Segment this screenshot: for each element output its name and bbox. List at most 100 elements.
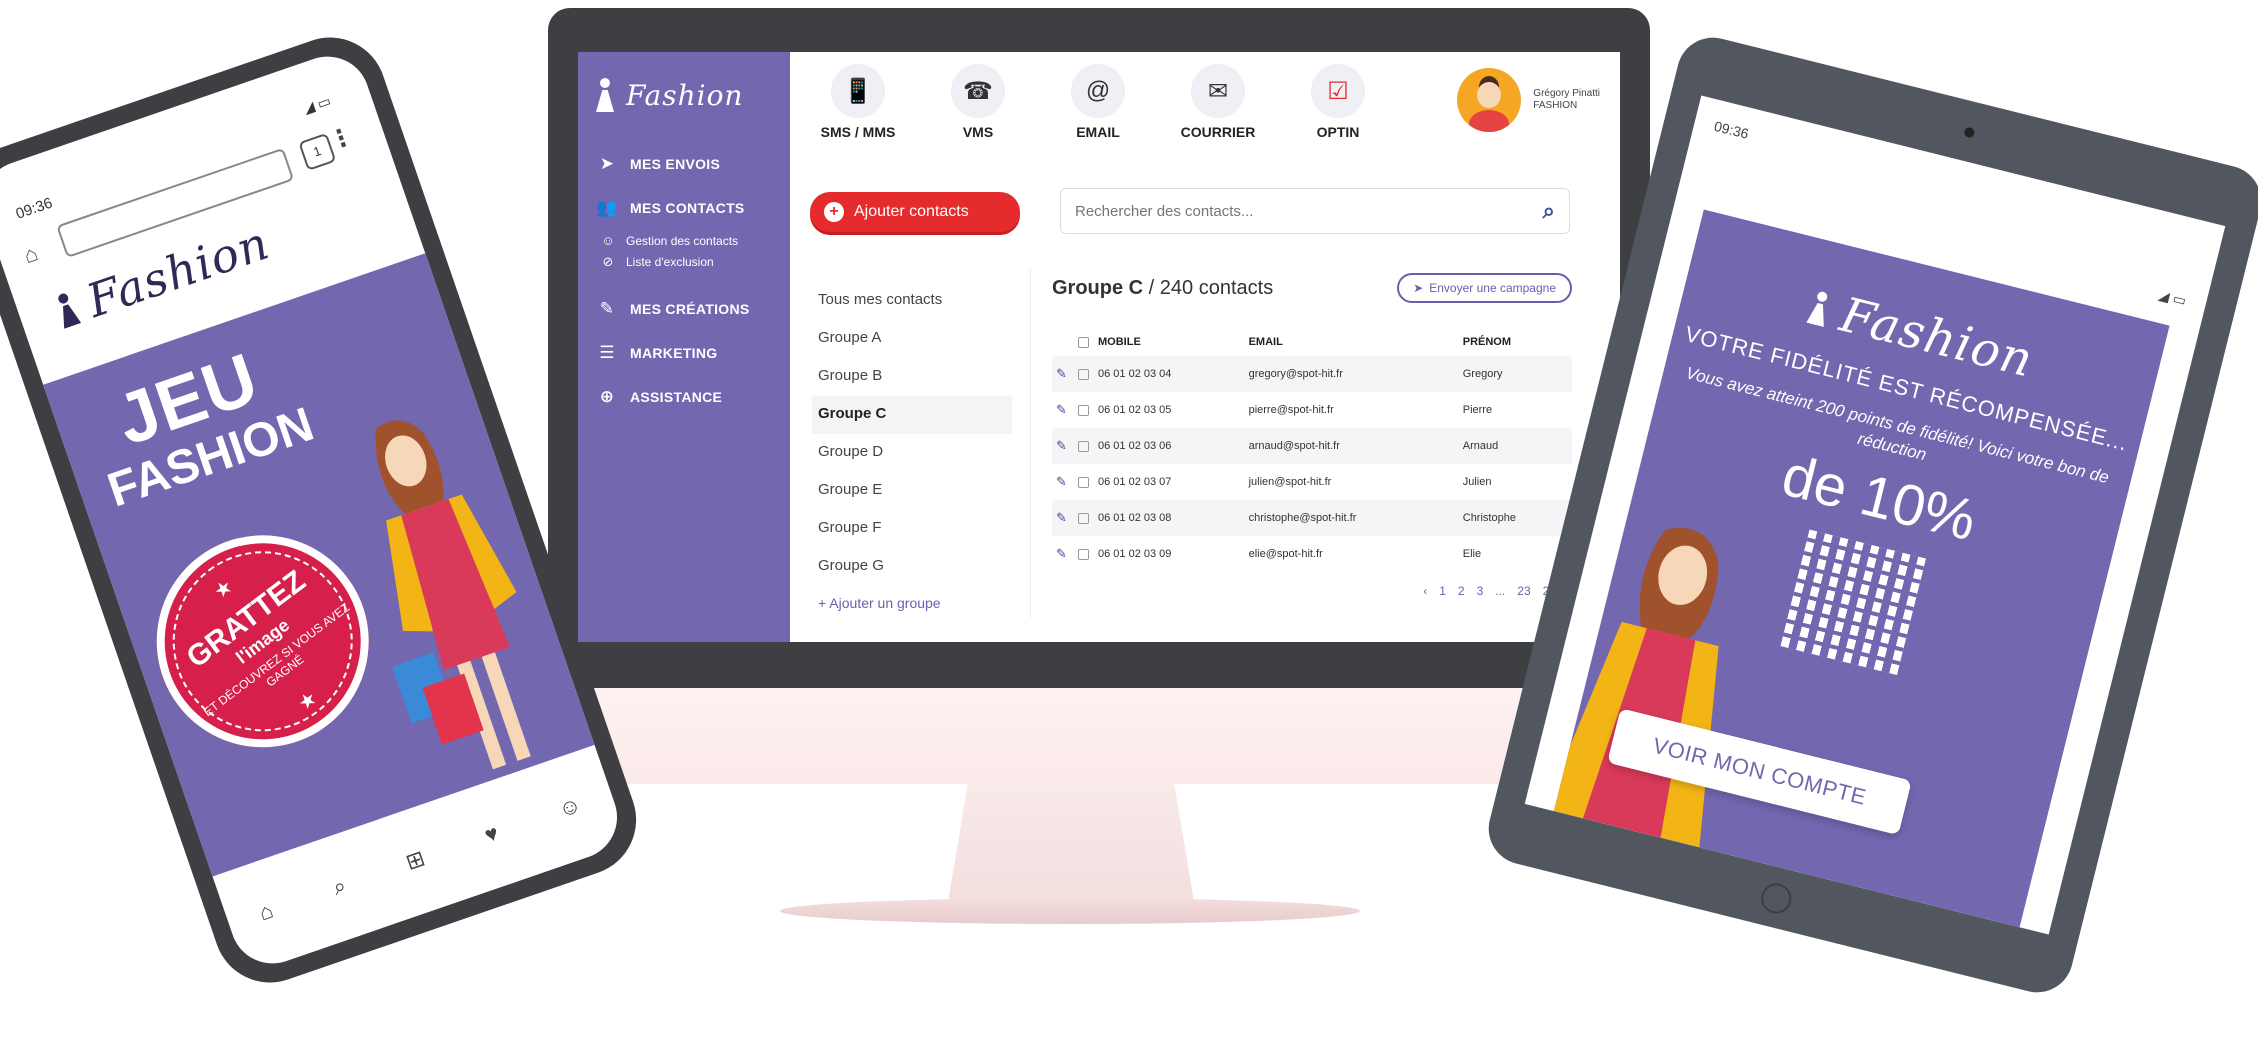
row-checkbox[interactable] — [1078, 368, 1089, 380]
table-row[interactable]: ✎ 06 01 02 03 09 elie@spot-hit.fr Elie — [1052, 536, 1572, 572]
row-checkbox[interactable] — [1078, 440, 1089, 452]
pagination: ‹ 1 2 3 ... 23 24 › — [1052, 584, 1572, 598]
pager-page[interactable]: 23 — [1517, 584, 1530, 598]
row-checkbox[interactable] — [1078, 404, 1089, 416]
row-checkbox[interactable] — [1078, 512, 1089, 524]
sidebar-item-mes-contacts[interactable]: 👥 MES CONTACTS — [578, 186, 790, 230]
group-item[interactable]: Groupe D — [812, 434, 1012, 472]
channel-sms[interactable]: 📱 SMS / MMS — [812, 64, 904, 140]
plus-icon: + — [824, 202, 844, 222]
user-name: Grégory Pinatti — [1533, 88, 1600, 99]
pager-prev[interactable]: ‹ — [1423, 584, 1427, 598]
qr-code — [1780, 529, 1926, 676]
select-all-checkbox[interactable] — [1078, 336, 1089, 348]
edit-icon[interactable]: ✎ — [1056, 510, 1067, 525]
user-icon: ☺ — [601, 233, 615, 248]
sidebar-item-label: MES CONTACTS — [630, 200, 745, 216]
group-item[interactable]: Groupe F — [812, 510, 1012, 548]
group-item[interactable]: Tous mes contacts — [812, 282, 1012, 320]
profile-icon[interactable]: ☺ — [555, 791, 585, 823]
page-title: Groupe C / 240 contacts — [1052, 277, 1273, 300]
group-title: Groupe C — [1052, 276, 1144, 299]
row-checkbox[interactable] — [1078, 548, 1089, 560]
brand-logo[interactable]: Fashion — [578, 52, 790, 142]
send-campaign-button[interactable]: ➤ Envoyer une campagne — [1397, 273, 1572, 303]
sidebar-subitem-liste-exclusion[interactable]: ⊘ Liste d'exclusion — [578, 251, 790, 273]
table-row[interactable]: ✎ 06 01 02 03 05 pierre@spot-hit.fr Pier… — [1052, 392, 1572, 428]
channel-courrier[interactable]: ✉ COURRIER — [1172, 64, 1264, 140]
sidebar-item-mes-creations[interactable]: ✎ MES CRÉATIONS — [578, 287, 790, 331]
add-post-icon[interactable]: ⊞ — [402, 845, 428, 876]
contacts-table: MOBILE EMAIL PRÉNOM ✎ 06 01 02 03 04 gre… — [1052, 328, 1572, 572]
table-row[interactable]: ✎ 06 01 02 03 04 gregory@spot-hit.fr Gre… — [1052, 356, 1572, 392]
camera-icon — [1963, 126, 1976, 139]
search-icon[interactable]: ⌕ — [329, 872, 349, 901]
monitor-stand — [948, 784, 1194, 902]
search-input[interactable] — [1075, 202, 1543, 220]
cell-email: arnaud@spot-hit.fr — [1244, 428, 1459, 464]
send-campaign-label: Envoyer une campagne — [1429, 281, 1556, 295]
mail-icon: ✉ — [1191, 64, 1245, 118]
home-button[interactable] — [1758, 880, 1795, 917]
cell-email: gregory@spot-hit.fr — [1244, 356, 1459, 392]
contacts-panel: Groupe C / 240 contacts ➤ Envoyer une ca… — [1052, 268, 1572, 598]
cell-email: elie@spot-hit.fr — [1248, 548, 1323, 560]
column-header[interactable]: MOBILE — [1094, 328, 1245, 356]
cell-mobile: 06 01 02 03 09 — [1098, 548, 1172, 560]
edit-icon[interactable]: ✎ — [1056, 366, 1067, 381]
group-item[interactable]: Groupe A — [812, 320, 1012, 358]
cell-mobile: 06 01 02 03 08 — [1094, 500, 1245, 536]
search-icon[interactable]: ⌕ — [1543, 198, 1555, 224]
add-contacts-button[interactable]: + Ajouter contacts — [810, 192, 1020, 232]
sidebar-item-assistance[interactable]: ⊕ ASSISTANCE — [578, 375, 790, 419]
row-checkbox[interactable] — [1078, 476, 1089, 488]
heart-icon[interactable]: ♥ — [481, 820, 502, 849]
channel-label: COURRIER — [1180, 124, 1256, 140]
edit-icon[interactable]: ✎ — [1056, 438, 1067, 453]
edit-icon[interactable]: ✎ — [1056, 546, 1067, 561]
table-row[interactable]: ✎ 06 01 02 03 07 julien@spot-hit.fr Juli… — [1052, 464, 1572, 500]
channel-label: SMS / MMS — [820, 124, 896, 140]
channel-email[interactable]: @ EMAIL — [1052, 64, 1144, 140]
sidebar-item-label: MARKETING — [630, 345, 718, 361]
cell-mobile: 06 01 02 03 06 — [1094, 428, 1245, 464]
search-bar: ⌕ — [1060, 188, 1570, 234]
block-icon: ⊘ — [602, 254, 614, 269]
brand-name: Fashion — [626, 78, 744, 112]
user-profile[interactable]: Grégory Pinatti FASHION — [1457, 68, 1600, 132]
user-company: FASHION — [1533, 100, 1578, 111]
column-header[interactable]: PRÉNOM — [1459, 328, 1572, 356]
sidebar-item-mes-envois[interactable]: ➤ MES ENVOIS — [578, 142, 790, 186]
home-icon[interactable]: ⌂ — [20, 240, 41, 269]
cell-email: pierre@spot-hit.fr — [1248, 404, 1334, 416]
pager-page[interactable]: 2 — [1458, 584, 1465, 598]
add-group-link[interactable]: + Ajouter un groupe — [812, 586, 1012, 620]
sidebar-subitem-gestion-contacts[interactable]: ☺ Gestion des contacts — [578, 230, 790, 251]
table-row[interactable]: ✎ 06 01 02 03 06 arnaud@spot-hit.fr Arna… — [1052, 428, 1572, 464]
table-row[interactable]: ✎ 06 01 02 03 08 christophe@spot-hit.fr … — [1052, 500, 1572, 536]
cell-prenom: Pierre — [1462, 404, 1493, 416]
home-icon[interactable]: ⌂ — [256, 897, 277, 926]
channel-optin[interactable]: ☑ OPTIN — [1292, 64, 1384, 140]
channel-vms[interactable]: ☎ VMS — [932, 64, 1024, 140]
column-header[interactable]: EMAIL — [1245, 328, 1459, 356]
voicemail-icon: ☎ — [951, 64, 1005, 118]
channel-label: EMAIL — [1076, 124, 1120, 140]
cell-prenom: Arnaud — [1458, 428, 1572, 464]
group-item-active[interactable]: Groupe C — [812, 396, 1012, 434]
group-item[interactable]: Groupe G — [812, 548, 1012, 586]
checkbox-icon: ☑ — [1311, 64, 1365, 118]
add-contacts-label: Ajouter contacts — [854, 203, 969, 220]
group-item[interactable]: Groupe B — [812, 358, 1012, 396]
send-icon: ➤ — [599, 154, 615, 173]
group-item[interactable]: Groupe E — [812, 472, 1012, 510]
edit-icon[interactable]: ✎ — [1056, 402, 1067, 417]
pager-page[interactable]: 1 — [1439, 584, 1446, 598]
edit-icon[interactable]: ✎ — [1056, 474, 1067, 489]
email-icon: @ — [1071, 64, 1125, 118]
cell-prenom: Gregory — [1458, 356, 1572, 392]
tablet-time: 09:36 — [1712, 117, 1751, 142]
cell-mobile: 06 01 02 03 04 — [1094, 356, 1245, 392]
pager-page[interactable]: 3 — [1477, 584, 1484, 598]
sidebar-item-marketing[interactable]: ☰ MARKETING — [578, 331, 790, 375]
